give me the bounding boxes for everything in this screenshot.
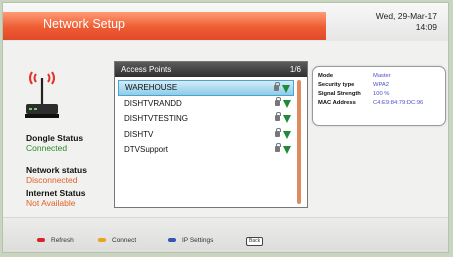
ip-settings-label: IP Settings xyxy=(182,237,214,244)
refresh-button[interactable]: Refresh xyxy=(37,237,74,244)
back-button[interactable]: Back xyxy=(246,237,264,246)
scrollbar[interactable] xyxy=(297,80,301,204)
dongle-status-value: Connected xyxy=(26,143,68,153)
mac-row: MAC Address C4:E9:84:79:DC:96 xyxy=(318,100,423,107)
ssid-label: DISHTVRANDD xyxy=(124,98,182,108)
refresh-label: Refresh xyxy=(51,237,74,244)
network-status: Network status Disconnected xyxy=(26,165,87,185)
back-key-icon: Back xyxy=(246,237,264,246)
dongle-status-label: Dongle Status xyxy=(26,133,84,143)
access-point-item[interactable]: DISHTVTESTING xyxy=(118,111,294,127)
lock-icon xyxy=(275,143,281,152)
signal-value: 100 % xyxy=(373,91,390,97)
ssid-label: DTVSupport xyxy=(124,145,169,154)
internet-status: Internet Status Not Available xyxy=(26,188,86,208)
network-status-label: Network status xyxy=(26,165,87,175)
datetime: Wed, 29-Mar-17 14:09 xyxy=(376,11,437,33)
blue-key-icon xyxy=(168,238,176,243)
time-label: 14:09 xyxy=(415,22,437,32)
lock-icon xyxy=(275,112,281,121)
network-details-panel: Mode Master Security type WPA2 Signal Stre… xyxy=(312,66,446,126)
signal-icon xyxy=(283,130,291,139)
lock-icon xyxy=(275,96,281,106)
footer-bar xyxy=(3,218,448,252)
network-status-value: Disconnected xyxy=(26,175,78,185)
ip-settings-button[interactable]: IP Settings xyxy=(168,237,213,244)
lock-icon xyxy=(275,127,281,137)
signal-label: Signal Strength xyxy=(318,91,361,97)
signal-icon xyxy=(283,99,291,108)
red-key-icon xyxy=(37,238,45,243)
internet-status-label: Internet Status xyxy=(26,188,86,198)
connect-label: Connect xyxy=(112,237,137,244)
mode-row: Mode Master xyxy=(318,73,391,80)
access-points-title: Access Points xyxy=(121,65,172,74)
signal-row: Signal Strength 100 % xyxy=(318,91,389,98)
security-value: WPA2 xyxy=(373,82,389,88)
signal-icon xyxy=(283,115,291,123)
connect-button[interactable]: Connect xyxy=(98,237,136,244)
page-title: Network Setup xyxy=(43,17,125,31)
mac-label: MAC Address xyxy=(318,100,356,106)
access-point-list: WAREHOUSE DISHTVRANDD DISHTVTESTING DISH… xyxy=(118,80,294,158)
internet-status-value: Not Available xyxy=(26,198,76,208)
ssid-label: DISHTVTESTING xyxy=(124,114,189,123)
signal-icon xyxy=(283,146,291,154)
dongle-status: Dongle Status Connected xyxy=(26,133,83,153)
access-points-header: Access Points 1/6 xyxy=(115,62,307,77)
access-point-item[interactable]: DTVSupport xyxy=(118,142,294,158)
ssid-label: DISHTV xyxy=(124,129,154,139)
ssid-label: WAREHOUSE xyxy=(125,83,178,92)
access-point-item[interactable]: WAREHOUSE xyxy=(118,80,294,96)
router-icon xyxy=(25,71,59,118)
mode-value: Master xyxy=(373,73,391,79)
signal-icon xyxy=(282,85,290,93)
access-points-panel: Access Points 1/6 WAREHOUSE DISHTVRANDD … xyxy=(114,61,308,208)
date-label: Wed, 29-Mar-17 xyxy=(375,11,437,21)
lock-icon xyxy=(274,82,280,91)
security-label: Security type xyxy=(318,82,355,88)
mac-value: C4:E9:84:79:DC:96 xyxy=(373,100,424,106)
access-point-item[interactable]: DISHTV xyxy=(118,127,294,143)
network-setup-screen: Network Setup Wed, 29-Mar-17 14:09 Dongl… xyxy=(2,2,449,253)
yellow-key-icon xyxy=(98,238,106,243)
security-row: Security type WPA2 xyxy=(318,82,389,89)
mode-label: Mode xyxy=(318,73,334,79)
page-indicator: 1/6 xyxy=(289,65,301,74)
access-point-item[interactable]: DISHTVRANDD xyxy=(118,96,294,112)
